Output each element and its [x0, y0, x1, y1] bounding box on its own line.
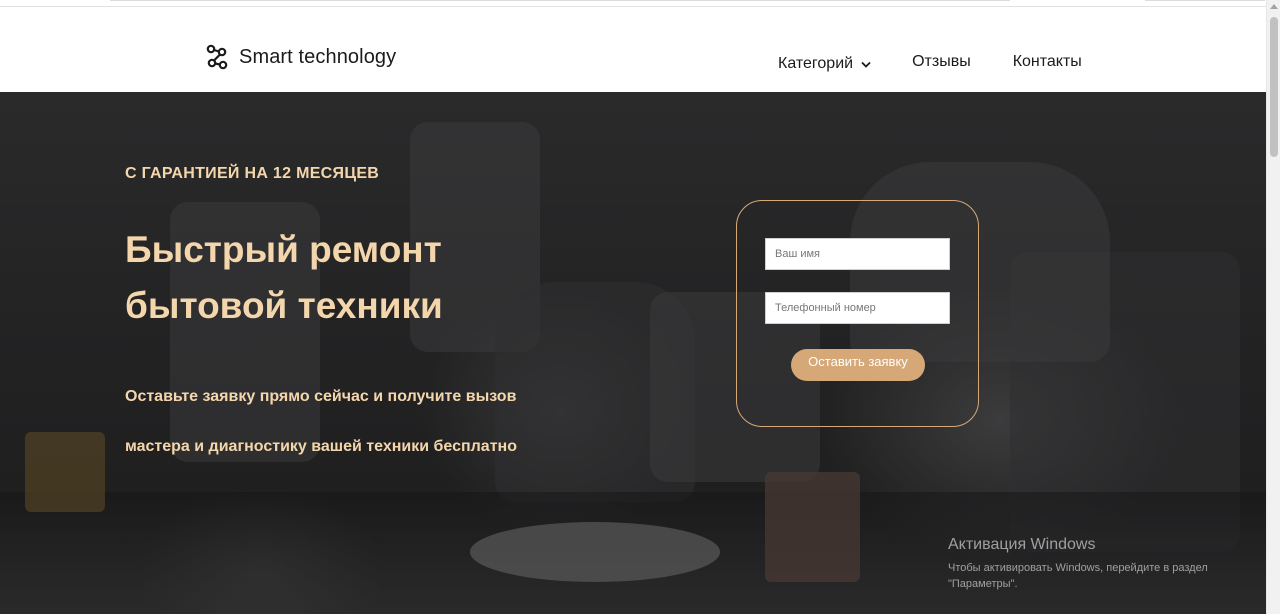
watermark-title: Активация Windows: [948, 536, 1096, 553]
background-jar: [25, 432, 105, 512]
phone-input[interactable]: [765, 292, 950, 324]
nav-contacts[interactable]: Контакты: [1013, 53, 1082, 71]
top-edge-segment: [1145, 0, 1265, 1]
guarantee-badge: С ГАРАНТИЕЙ НА 12 МЕСЯЦЕВ: [125, 165, 380, 182]
hero-title: Быстрый ремонт бытовой техники: [125, 222, 645, 334]
watermark-line: Чтобы активировать Windows, перейдите в …: [948, 562, 1208, 574]
hero-subtitle: Оставьте заявку прямо сейчас и получите …: [125, 372, 685, 472]
main-nav: Категорий Отзывы Контакты: [778, 53, 1082, 73]
page: Smart technology Категорий Отзывы Контак…: [0, 0, 1280, 614]
site-header: Smart technology Категорий Отзывы Контак…: [0, 7, 1266, 92]
name-input[interactable]: [765, 238, 950, 270]
hero-subtitle-line1: Оставьте заявку прямо сейчас и получите …: [125, 388, 517, 405]
link-nodes-icon: [206, 44, 228, 70]
chevron-down-icon: [861, 61, 871, 68]
scroll-up-arrow-icon[interactable]: [1270, 4, 1278, 9]
logo[interactable]: Smart technology: [205, 44, 396, 70]
nav-categories[interactable]: Категорий: [778, 55, 871, 73]
request-form: Оставить заявку: [736, 200, 979, 427]
vertical-scrollbar[interactable]: [1266, 0, 1280, 614]
nav-reviews[interactable]: Отзывы: [912, 53, 971, 71]
top-edge-segment: [110, 0, 1010, 1]
hero-section: С ГАРАНТИЕЙ НА 12 МЕСЯЦЕВ Быстрый ремонт…: [0, 92, 1266, 614]
scroll-thumb[interactable]: [1270, 17, 1278, 157]
submit-request-button[interactable]: Оставить заявку: [791, 349, 925, 381]
background-plate: [470, 522, 720, 582]
watermark-line: "Параметры".: [948, 578, 1018, 590]
hero-title-line1: Быстрый ремонт: [125, 229, 442, 270]
hero-subtitle-line2: мастера и диагностику вашей техники бесп…: [125, 438, 517, 455]
browser-top-edge: [0, 0, 1266, 7]
hero-title-line2: бытовой техники: [125, 285, 443, 326]
windows-activation-watermark: Активация Windows Чтобы активировать Win…: [948, 536, 1208, 592]
nav-categories-label: Категорий: [778, 55, 854, 72]
background-glass: [765, 472, 860, 582]
logo-text: Smart technology: [239, 45, 397, 68]
